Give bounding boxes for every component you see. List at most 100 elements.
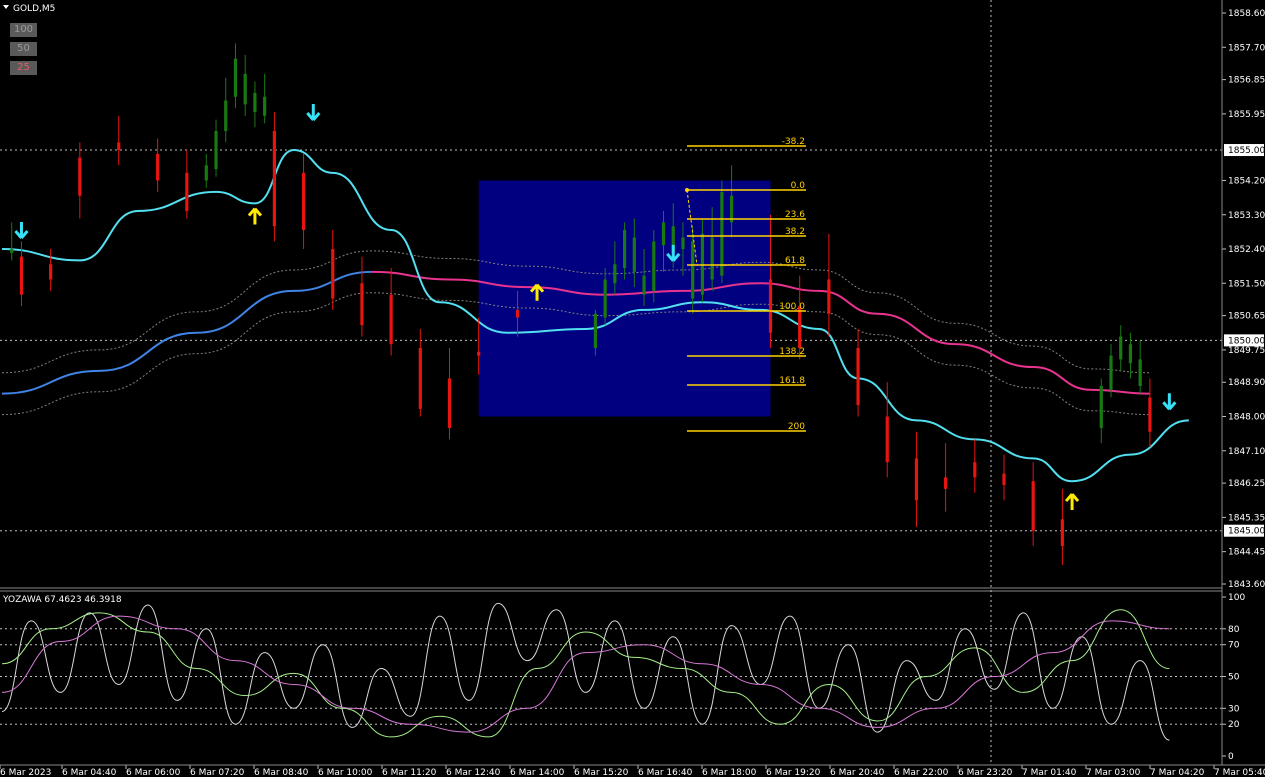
time-axis-label: 6 Mar 16:40 <box>638 768 693 777</box>
bull-bar <box>622 229 627 269</box>
bear-bar <box>301 172 306 230</box>
bull-bar <box>603 279 607 318</box>
bull-bar <box>613 264 617 284</box>
price-axis-label: 1857.70 <box>1228 43 1265 53</box>
bear-bar <box>331 249 335 299</box>
bear-bar <box>1002 473 1006 486</box>
time-axis-label: 6 Mar 07:20 <box>190 768 245 777</box>
fib-level-label: 23.6 <box>785 210 805 220</box>
time-axis-label: 6 Mar 12:40 <box>446 768 501 777</box>
bull-bar <box>10 249 14 253</box>
bull-bar <box>593 313 598 348</box>
price-axis-label: 1848.90 <box>1228 378 1265 388</box>
price-axis-label: 1854.20 <box>1228 176 1265 186</box>
bear-bar <box>515 309 520 318</box>
bear-bar <box>156 153 160 181</box>
time-axis-label: 6 Mar 22:00 <box>894 768 949 777</box>
price-axis-label: 1850.65 <box>1228 312 1265 322</box>
bear-bar <box>885 416 889 463</box>
bull-bar <box>1138 359 1142 387</box>
price-axis-label: 1851.50 <box>1228 279 1265 289</box>
time-axis-label: 6 Mar 04:40 <box>62 768 117 777</box>
bear-bar <box>19 256 24 295</box>
price-axis-label: 1848.00 <box>1228 413 1265 423</box>
fib-level-label: 100.0 <box>779 302 805 312</box>
bull-bar <box>214 131 218 170</box>
fib-level-label: 38.2 <box>785 227 805 237</box>
bull-bar <box>681 237 685 250</box>
time-axis-label: 7 Mar 04:20 <box>1150 768 1205 777</box>
osc-axis-label: 100 <box>1228 593 1245 603</box>
bull-bar <box>1119 336 1123 360</box>
bear-bar <box>768 279 773 333</box>
fib-level-label: 0.0 <box>791 181 806 191</box>
bull-bar <box>204 165 208 181</box>
osc-axis-label: 20 <box>1228 720 1240 730</box>
time-axis-label: 6 Mar 19:20 <box>766 768 821 777</box>
bull-bar <box>720 191 724 276</box>
bull-bar <box>652 241 656 291</box>
bear-bar <box>389 294 393 345</box>
time-axis-label: 6 Mar 11:20 <box>382 768 437 777</box>
bear-bar <box>477 351 481 356</box>
bull-bar <box>243 73 247 105</box>
osc-axis-label: 50 <box>1228 673 1240 683</box>
zoom-button-50[interactable]: 50 <box>10 42 37 56</box>
bear-bar <box>944 477 948 489</box>
bear-bar <box>418 347 422 409</box>
bear-bar <box>1031 481 1035 531</box>
symbol-label: GOLD,M5 <box>13 4 55 14</box>
bear-bar <box>914 458 919 501</box>
bull-bar <box>253 92 257 112</box>
price-axis-label: 1853.30 <box>1228 211 1265 221</box>
osc-axis-label: 70 <box>1228 641 1240 651</box>
bull-bar <box>224 100 228 132</box>
bull-bar <box>710 237 714 280</box>
price-axis-label: 1855.95 <box>1228 110 1265 120</box>
fib-level-label: -38.2 <box>782 137 805 147</box>
bull-bar <box>700 233 705 295</box>
time-axis-label: 6 Mar 2023 <box>0 768 51 777</box>
price-axis-label: 1847.10 <box>1228 447 1265 457</box>
bull-bar <box>691 241 695 299</box>
price-axis-label: 1843.60 <box>1228 580 1265 590</box>
bear-bar <box>1060 519 1064 546</box>
osc-axis-label: 30 <box>1228 704 1240 714</box>
range-box <box>478 180 771 417</box>
fib-anchor-point <box>685 188 689 192</box>
time-axis-label: 7 Mar 03:00 <box>1086 768 1141 777</box>
bear-bar <box>272 131 276 227</box>
price-chart[interactable]: -38.20.023.638.261.8100.0138.2161.8200 1… <box>0 0 1265 777</box>
bear-bar <box>798 306 802 348</box>
fib-level-label: 61.8 <box>785 256 805 266</box>
bear-bar <box>1148 397 1152 432</box>
fib-level-label: 138.2 <box>779 347 805 357</box>
zoom-button-100[interactable]: 100 <box>10 23 37 37</box>
price-axis-label: 1846.25 <box>1228 479 1265 489</box>
bull-bar <box>632 237 636 272</box>
price-axis-label: 1852.40 <box>1228 245 1265 255</box>
time-axis-label: 6 Mar 18:00 <box>702 768 757 777</box>
bull-bar <box>263 96 267 116</box>
fib-level-label: 200 <box>788 422 805 432</box>
time-axis-label: 6 Mar 10:00 <box>318 768 373 777</box>
bear-bar <box>856 347 860 406</box>
price-axis-label: 1844.45 <box>1228 548 1265 558</box>
time-axis-label: 7 Mar 01:40 <box>1022 768 1077 777</box>
price-axis-label: 1855.00 <box>1228 146 1265 156</box>
indicator-label: YOZAWA 67.4623 46.3918 <box>2 595 122 605</box>
time-axis-label: 6 Mar 08:40 <box>254 768 309 777</box>
price-axis-label: 1850.00 <box>1228 336 1265 346</box>
time-axis-label: 6 Mar 15:20 <box>574 768 629 777</box>
bear-bar <box>827 279 831 314</box>
bull-bar <box>642 275 646 295</box>
osc-axis-label: 80 <box>1228 625 1240 635</box>
zoom-button-25[interactable]: 25 <box>10 61 37 75</box>
bear-bar <box>973 462 977 478</box>
bull-bar <box>1109 355 1113 390</box>
bull-bar <box>233 58 238 97</box>
time-axis-label: 6 Mar 14:00 <box>510 768 565 777</box>
bear-bar <box>117 142 121 151</box>
time-axis-label: 6 Mar 20:40 <box>830 768 885 777</box>
time-axis-label: 6 Mar 23:20 <box>958 768 1013 777</box>
